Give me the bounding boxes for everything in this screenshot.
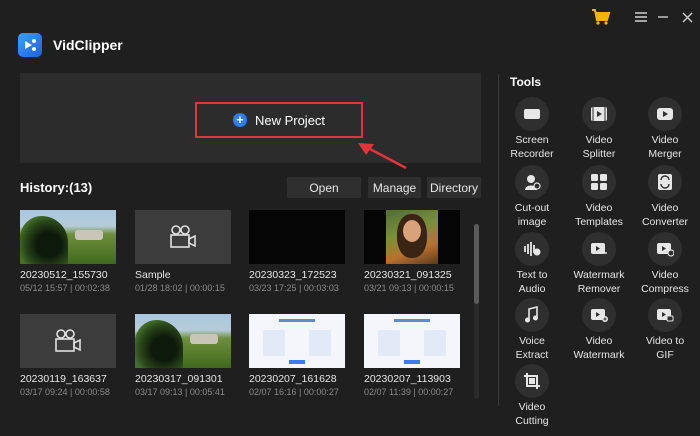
history-item-name: 20230207_113903 xyxy=(364,373,451,385)
tool-label: Video Compress xyxy=(641,269,689,295)
history-item[interactable]: 20230119_163637 03/17 09:24 | 00:00:58 xyxy=(20,314,116,397)
history-item-name: 20230207_161628 xyxy=(249,373,337,385)
directory-button[interactable]: Directory xyxy=(427,177,481,198)
video-thumbnail[interactable] xyxy=(20,314,116,368)
history-item-name: 20230323_172523 xyxy=(249,269,337,281)
tool-label: Video Splitter xyxy=(582,134,616,160)
tool-video-converter[interactable]: Video Converter xyxy=(632,165,698,229)
history-item-meta: 03/17 09:24 | 00:00:58 xyxy=(20,387,110,397)
title-bar: VidClipper xyxy=(0,0,700,66)
tool-label: Video Converter xyxy=(641,202,689,228)
tool-watermark-remover[interactable]: Watermark Remover xyxy=(566,232,632,296)
tool-label: Cut-out image xyxy=(514,202,550,228)
app-logo-icon xyxy=(18,33,42,57)
annotation-arrow-icon xyxy=(358,143,407,170)
history-item-meta: 01/28 18:02 | 00:00:15 xyxy=(135,283,225,293)
history-item-name: 20230317_091301 xyxy=(135,373,223,385)
history-item[interactable]: 20230317_091301 03/17 09:13 | 00:05:41 xyxy=(135,314,231,397)
tool-video-cutting[interactable]: Video Cutting xyxy=(499,364,565,428)
tool-voice-extract[interactable]: Voice Extract xyxy=(499,298,565,362)
cutout-image-icon xyxy=(515,165,549,199)
tool-label: Voice Extract xyxy=(515,335,549,361)
video-thumbnail[interactable] xyxy=(135,210,231,264)
watermark-remover-icon xyxy=(582,232,616,266)
history-item-name: 20230512_155730 xyxy=(20,269,108,281)
video-camera-icon xyxy=(170,225,196,248)
video-thumbnail[interactable] xyxy=(364,314,460,368)
manage-button[interactable]: Manage xyxy=(368,177,421,198)
tool-text-to-audio[interactable]: Text to Audio xyxy=(499,232,565,296)
history-scrollbar-thumb[interactable] xyxy=(474,224,479,304)
history-item[interactable]: 20230512_155730 05/12 15:57 | 00:02:38 xyxy=(20,210,116,293)
tool-label: Video Cutting xyxy=(515,401,549,427)
app-title: VidClipper xyxy=(53,37,123,53)
history-item-meta: 05/12 15:57 | 00:02:38 xyxy=(20,283,110,293)
new-project-label: New Project xyxy=(254,112,326,128)
history-item-meta: 03/23 17:25 | 00:03:03 xyxy=(249,283,339,293)
video-thumbnail[interactable] xyxy=(249,210,345,264)
history-item-name: 20230119_163637 xyxy=(20,373,107,385)
video-to-gif-icon xyxy=(648,298,682,332)
close-icon[interactable] xyxy=(679,7,695,27)
history-item-meta: 03/17 09:13 | 00:05:41 xyxy=(135,387,225,397)
video-compress-icon xyxy=(648,232,682,266)
video-splitter-icon xyxy=(582,97,616,131)
history-title: History:(13) xyxy=(20,180,93,195)
history-item-meta: 03/21 09:13 | 00:00:15 xyxy=(364,283,454,293)
menu-icon[interactable] xyxy=(633,7,649,27)
history-item[interactable]: 20230207_113903 02/07 11:39 | 00:00:27 xyxy=(364,314,460,397)
plus-icon: + xyxy=(232,113,247,127)
tool-label: Text to Audio xyxy=(516,269,548,295)
cart-icon[interactable] xyxy=(590,7,612,27)
tool-label: Video Merger xyxy=(648,134,682,160)
new-project-button[interactable]: + New Project xyxy=(195,102,363,138)
tool-video-compress[interactable]: Video Compress xyxy=(632,232,698,296)
tool-label: Screen Recorder xyxy=(510,134,554,160)
history-item-meta: 02/07 11:39 | 00:00:27 xyxy=(364,387,454,397)
video-thumbnail[interactable] xyxy=(364,210,460,264)
tools-title: Tools xyxy=(510,75,542,89)
tool-video-to-gif[interactable]: Video to GIF xyxy=(632,298,698,362)
video-thumbnail[interactable] xyxy=(135,314,231,368)
history-item[interactable]: 20230321_091325 03/21 09:13 | 00:00:15 xyxy=(364,210,460,293)
video-camera-icon xyxy=(55,329,81,352)
tool-label: Video Watermark xyxy=(573,335,625,361)
tool-label: Watermark Remover xyxy=(573,269,625,295)
history-item[interactable]: Sample 01/28 18:02 | 00:00:15 xyxy=(135,210,231,293)
tool-label: Video to GIF xyxy=(645,335,685,361)
tool-label: Video Templates xyxy=(575,202,623,228)
video-merger-icon xyxy=(648,97,682,131)
history-item[interactable]: 20230207_161628 02/07 16:16 | 00:00:27 xyxy=(249,314,345,397)
tool-cutout-image[interactable]: Cut-out image xyxy=(499,165,565,229)
video-watermark-icon xyxy=(582,298,616,332)
tool-screen-recorder[interactable]: Screen Recorder xyxy=(499,97,565,161)
tool-video-watermark[interactable]: Video Watermark xyxy=(566,298,632,362)
video-thumbnail[interactable] xyxy=(20,210,116,264)
video-converter-icon xyxy=(648,165,682,199)
tool-video-templates[interactable]: Video Templates xyxy=(566,165,632,229)
text-to-audio-icon xyxy=(515,232,549,266)
history-item-name: 20230321_091325 xyxy=(364,269,452,281)
minimize-icon[interactable] xyxy=(655,7,671,27)
history-item[interactable]: 20230323_172523 03/23 17:25 | 00:03:03 xyxy=(249,210,345,293)
tool-video-merger[interactable]: Video Merger xyxy=(632,97,698,161)
video-cutting-icon xyxy=(515,364,549,398)
video-thumbnail[interactable] xyxy=(249,314,345,368)
history-item-name: Sample xyxy=(135,269,171,281)
voice-extract-icon xyxy=(515,298,549,332)
history-item-meta: 02/07 16:16 | 00:00:27 xyxy=(249,387,339,397)
open-button[interactable]: Open xyxy=(287,177,361,198)
tool-video-splitter[interactable]: Video Splitter xyxy=(566,97,632,161)
video-templates-icon xyxy=(582,165,616,199)
screen-recorder-icon xyxy=(515,97,549,131)
